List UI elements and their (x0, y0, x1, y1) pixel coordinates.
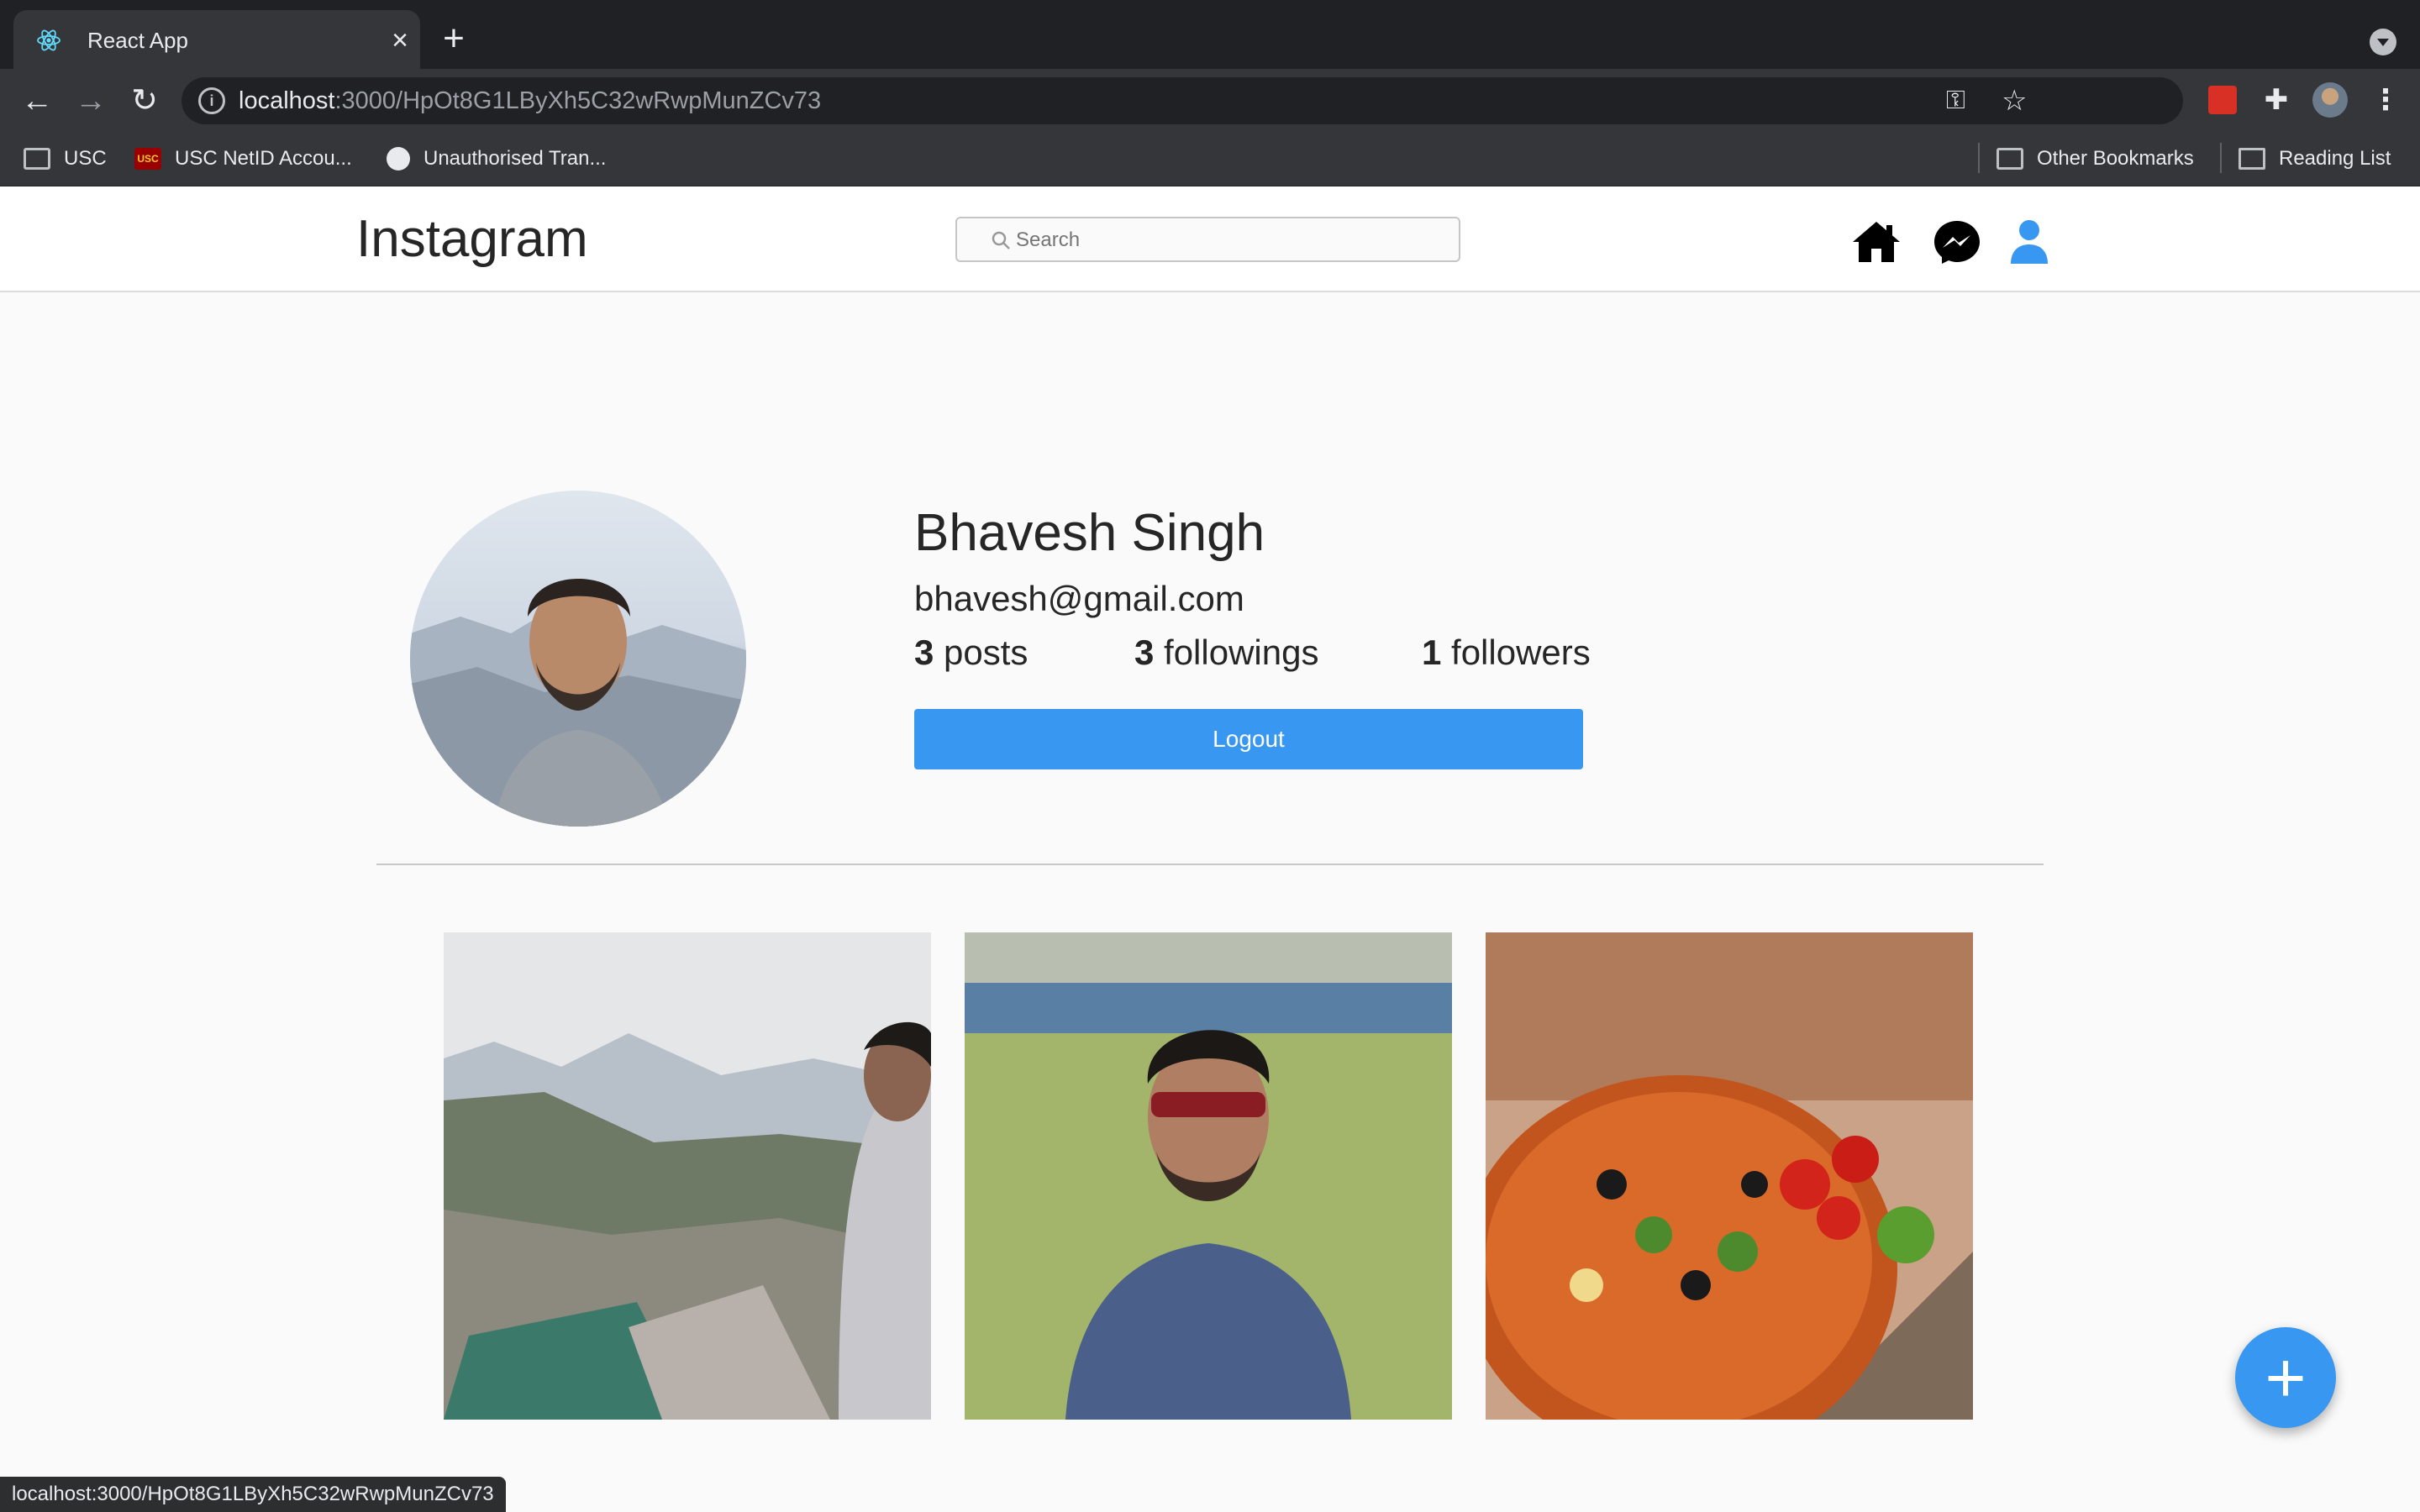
folder-icon (1996, 148, 2023, 170)
bookmarks-bar: USC USC USC NetID Accou... Unauthorised … (0, 131, 2420, 186)
messenger-icon[interactable] (1932, 218, 1982, 265)
browser-tab-strip: React App × + (0, 0, 2420, 69)
profile-divider (376, 864, 2044, 865)
search-box[interactable] (955, 217, 1460, 262)
extension-icon[interactable] (2208, 86, 2237, 114)
reading-list-icon (2238, 148, 2265, 170)
forward-arrow-icon[interactable]: → (74, 84, 108, 118)
other-bookmarks[interactable]: Other Bookmarks (1996, 144, 2194, 173)
logout-button[interactable]: Logout (914, 709, 1583, 769)
profile-avatar-icon[interactable] (2312, 82, 2348, 118)
search-input[interactable] (1016, 225, 1436, 255)
posts-stat: 3 posts (914, 633, 1028, 672)
bookmarks-separator (2220, 143, 2222, 173)
status-bar-url: localhost:3000/HpOt8G1LByXh5C32wRwpMunZC… (0, 1477, 506, 1512)
profile-email: bhavesh@gmail.com (914, 579, 1244, 618)
post-photo-stadium (965, 932, 1452, 1420)
app-header: Instagram (0, 186, 2420, 292)
tab-title: React App (87, 28, 188, 53)
new-tab-button[interactable]: + (437, 20, 471, 57)
brand-logo[interactable]: Instagram (356, 208, 588, 270)
search-icon (992, 231, 1010, 249)
avatar-photo (410, 579, 746, 827)
react-icon (37, 29, 60, 51)
reading-list[interactable]: Reading List (2238, 144, 2391, 173)
bookmark-unauthorised[interactable]: Unauthorised Tran... (387, 144, 606, 173)
post-photo-pizza (1486, 932, 1973, 1420)
post-thumbnail[interactable] (444, 932, 931, 1420)
followers-stat[interactable]: 1 followers (1422, 632, 1591, 674)
globe-icon (387, 147, 410, 171)
bookmarks-separator (1978, 143, 1980, 173)
usc-logo-icon: USC (134, 148, 161, 170)
bookmark-usc-netid[interactable]: USC USC NetID Accou... (134, 144, 352, 173)
bookmark-star-icon[interactable]: ☆ (2002, 86, 2032, 116)
instagram-app: Instagram Search Bhavesh Singh bhavesh@g… (0, 186, 2420, 1512)
address-bar[interactable]: i localhost:3000/HpOt8G1LByXh5C32wRwpMun… (182, 77, 2183, 124)
close-tab-icon[interactable]: × (385, 25, 415, 55)
browser-toolbar: ← → ↻ i localhost:3000/HpOt8G1LByXh5C32w… (0, 69, 2420, 131)
more-menu-icon[interactable]: ⋮ (2371, 82, 2400, 118)
bookmark-usc[interactable]: USC (24, 144, 107, 173)
post-photo-mountains (444, 932, 931, 1420)
profile-avatar (410, 491, 746, 827)
profile-icon[interactable] (2004, 218, 2054, 265)
site-info-icon[interactable]: i (198, 87, 225, 114)
reload-icon[interactable]: ↻ (128, 84, 161, 118)
url-text[interactable]: localhost:3000/HpOt8G1LByXh5C32wRwpMunZC… (239, 87, 821, 114)
browser-tab[interactable]: React App × (13, 10, 420, 69)
post-thumbnail[interactable] (1486, 932, 1973, 1420)
home-icon[interactable] (1851, 218, 1902, 265)
tab-search-icon[interactable] (2370, 29, 2396, 55)
puzzle-extensions-icon[interactable]: ✚ (2260, 84, 2292, 116)
add-post-button[interactable]: + (2235, 1327, 2336, 1428)
profile-name: Bhavesh Singh (914, 504, 1265, 562)
key-icon[interactable]: ⚿ (1946, 87, 1976, 114)
back-arrow-icon[interactable]: ← (20, 84, 54, 118)
followings-stat[interactable]: 3 followings (1134, 632, 1318, 674)
folder-icon (24, 148, 50, 170)
post-thumbnail[interactable] (965, 932, 1452, 1420)
